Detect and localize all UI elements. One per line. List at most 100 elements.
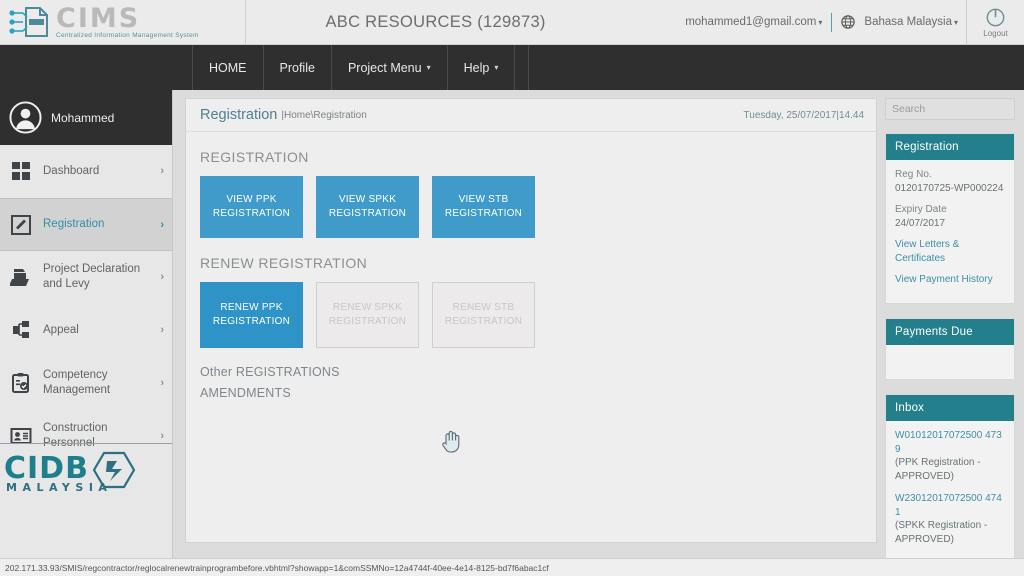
user-avatar-icon [9,101,42,134]
view-spkk-registration-tile[interactable]: VIEW SPKK REGISTRATION [316,176,419,238]
view-letters-certificates-link[interactable]: View Letters & Certificates [895,238,1005,266]
renew-ppk-registration-tile[interactable]: RENEW PPK REGISTRATION [200,282,303,348]
svg-text:MALAYSIA: MALAYSIA [6,481,112,494]
tile-label: RENEW PPK REGISTRATION [212,301,291,327]
nav-item-label: Project Menu [347,60,422,75]
tile-label: VIEW PPK REGISTRATION [212,193,291,219]
chevron-down-icon: ▾ [818,18,823,27]
sidebar-user-name: Mohammed [51,110,115,125]
inbox-panel-body: W01012017072500 4739 (PPK Registration -… [886,421,1014,565]
breadcrumb-path: |Home\Registration [281,109,367,121]
company-title: ABC RESOURCES (129873) [325,12,546,31]
chevron-down-icon: ▾ [426,63,431,72]
chevron-right-icon: › [160,324,164,336]
sidebar-item-appeal[interactable]: Appeal › [0,304,172,357]
inbox-panel-title: Inbox [886,395,1014,422]
status-bar-url: 202.171.33.93/SMIS/regcontractor/regloca… [5,562,549,573]
account-email-label: mohammed1@gmail.com [685,16,817,28]
tile-label: VIEW SPKK REGISTRATION [328,193,407,219]
inbox-item-id[interactable]: W01012017072500 4739 [895,429,1005,456]
view-payment-history-link[interactable]: View Payment History [895,273,1005,287]
sidebar-item-label: Project Declaration and Levy [43,263,141,290]
other-links: Other REGISTRATIONS AMENDMENTS [200,365,876,400]
cidb-logo: CIDB MALAYSIA [0,443,172,500]
registration-page-card: Registration |Home\Registration Tuesday,… [185,98,877,543]
left-sidebar: Mohammed Dashboard › Registration › Proj… [0,90,173,576]
chevron-down-icon: ▾ [953,18,958,27]
list-item: W23012017072500 4741 (SPKK Registration … [895,492,1005,546]
payments-due-panel-title: Payments Due [886,319,1014,346]
reg-no-field: Reg No. 0120170725-WP000224 [895,168,1005,195]
power-icon [986,8,1005,26]
hierarchy-tree-icon [13,321,29,338]
right-rail: Registration Reg No. 0120170725-WP000224… [885,98,1024,576]
current-datetime: Tuesday, 25/07/2017|14.44 [743,109,864,121]
browser-status-bar: 202.171.33.93/SMIS/regcontractor/regloca… [0,558,1024,576]
main-navigation-bar: HOME Profile Project Menu ▾ Help ▾ [0,45,1024,90]
sidebar-item-project-declaration-and-levy[interactable]: Project Declaration and Levy › [0,251,172,304]
grid-dashboard-icon [12,162,30,180]
logout-button[interactable]: Logout [966,0,1024,45]
account-email-menu[interactable]: mohammed1@gmail.com ▾ [685,16,822,28]
logo-tagline: Centralized Information Management Syste… [56,31,199,39]
sidebar-item-registration[interactable]: Registration › [0,198,172,251]
nav-item-label: Profile [279,60,315,75]
expiry-date-field: Expiry Date 24/07/2017 [895,203,1005,230]
chevron-right-icon: › [160,165,164,177]
payments-due-panel-body [886,345,1014,379]
folder-printer-icon [10,269,29,286]
search-input[interactable] [892,103,1024,115]
sidebar-item-label: Appeal [43,323,79,336]
divider [831,12,833,32]
cidb-hexagon-icon: CIDB MALAYSIA [4,451,136,494]
reg-no-label: Reg No. [895,169,932,180]
language-selector[interactable]: Bahasa Malaysia ▾ [864,16,958,28]
sidebar-user-block[interactable]: Mohammed [0,90,172,145]
page-title: Registration [200,107,278,123]
nav-item-home[interactable]: HOME [192,45,264,90]
tile-label: RENEW STB REGISTRATION [444,301,523,327]
sidebar-item-competency-management[interactable]: Competency Management › [0,357,172,410]
logout-label: Logout [983,28,1008,38]
registration-panel: Registration Reg No. 0120170725-WP000224… [885,133,1015,305]
tile-label: RENEW SPKK REGISTRATION [328,301,407,327]
nav-item-project-menu[interactable]: Project Menu ▾ [332,45,448,90]
chevron-down-icon: ▾ [494,63,499,72]
account-controls: mohammed1@gmail.com ▾ Bahasa Malaysia ▾ [685,12,966,32]
nav-item-profile[interactable]: Profile [264,45,332,90]
inbox-item-id[interactable]: W23012017072500 4741 [895,492,1005,519]
view-stb-registration-tile[interactable]: VIEW STB REGISTRATION [432,176,535,238]
registration-tile-row: VIEW PPK REGISTRATION VIEW SPKK REGISTRA… [200,176,876,238]
breadcrumb-bar: Registration |Home\Registration Tuesday,… [186,99,876,132]
expiry-date-value: 24/07/2017 [895,217,946,229]
sidebar-item-label: Registration [43,218,105,231]
reg-no-value: 0120170725-WP000224 [895,182,1004,194]
registration-panel-title: Registration [886,134,1014,160]
cims-network-document-icon [9,7,48,37]
chevron-right-icon: › [160,377,164,389]
list-item: W01012017072500 4739 (PPK Registration -… [895,429,1005,483]
pencil-square-icon [11,214,31,235]
nav-item-list: HOME Profile Project Menu ▾ Help ▾ [192,45,530,90]
expiry-date-label: Expiry Date [895,204,947,215]
amendments-link[interactable]: AMENDMENTS [200,386,876,400]
renew-stb-registration-tile: RENEW STB REGISTRATION [432,282,535,348]
registration-body: REGISTRATION VIEW PPK REGISTRATION VIEW … [186,132,876,400]
app-logo: CIMS Centralized Information Management … [0,0,246,45]
globe-icon [841,15,856,29]
other-registrations-link[interactable]: Other REGISTRATIONS [200,365,876,379]
nav-item-label: HOME [209,60,247,75]
chevron-right-icon: › [160,218,164,231]
view-ppk-registration-tile[interactable]: VIEW PPK REGISTRATION [200,176,303,238]
chevron-right-icon: › [160,430,164,442]
sidebar-item-dashboard[interactable]: Dashboard › [0,145,172,198]
inbox-item-description: (SPKK Registration - APPROVED) [895,520,988,545]
nav-item-label: Help [463,60,490,75]
inbox-item-description: (PPK Registration - APPROVED) [895,457,981,482]
sidebar-item-label: Competency Management [43,369,111,396]
logo-wordmark: CIMS [56,2,141,34]
renew-tile-row: RENEW PPK REGISTRATION RENEW SPKK REGIST… [200,282,876,348]
search-box[interactable] [885,98,1024,120]
top-header-bar: CIMS Centralized Information Management … [0,0,1024,45]
nav-item-help[interactable]: Help ▾ [448,45,516,90]
